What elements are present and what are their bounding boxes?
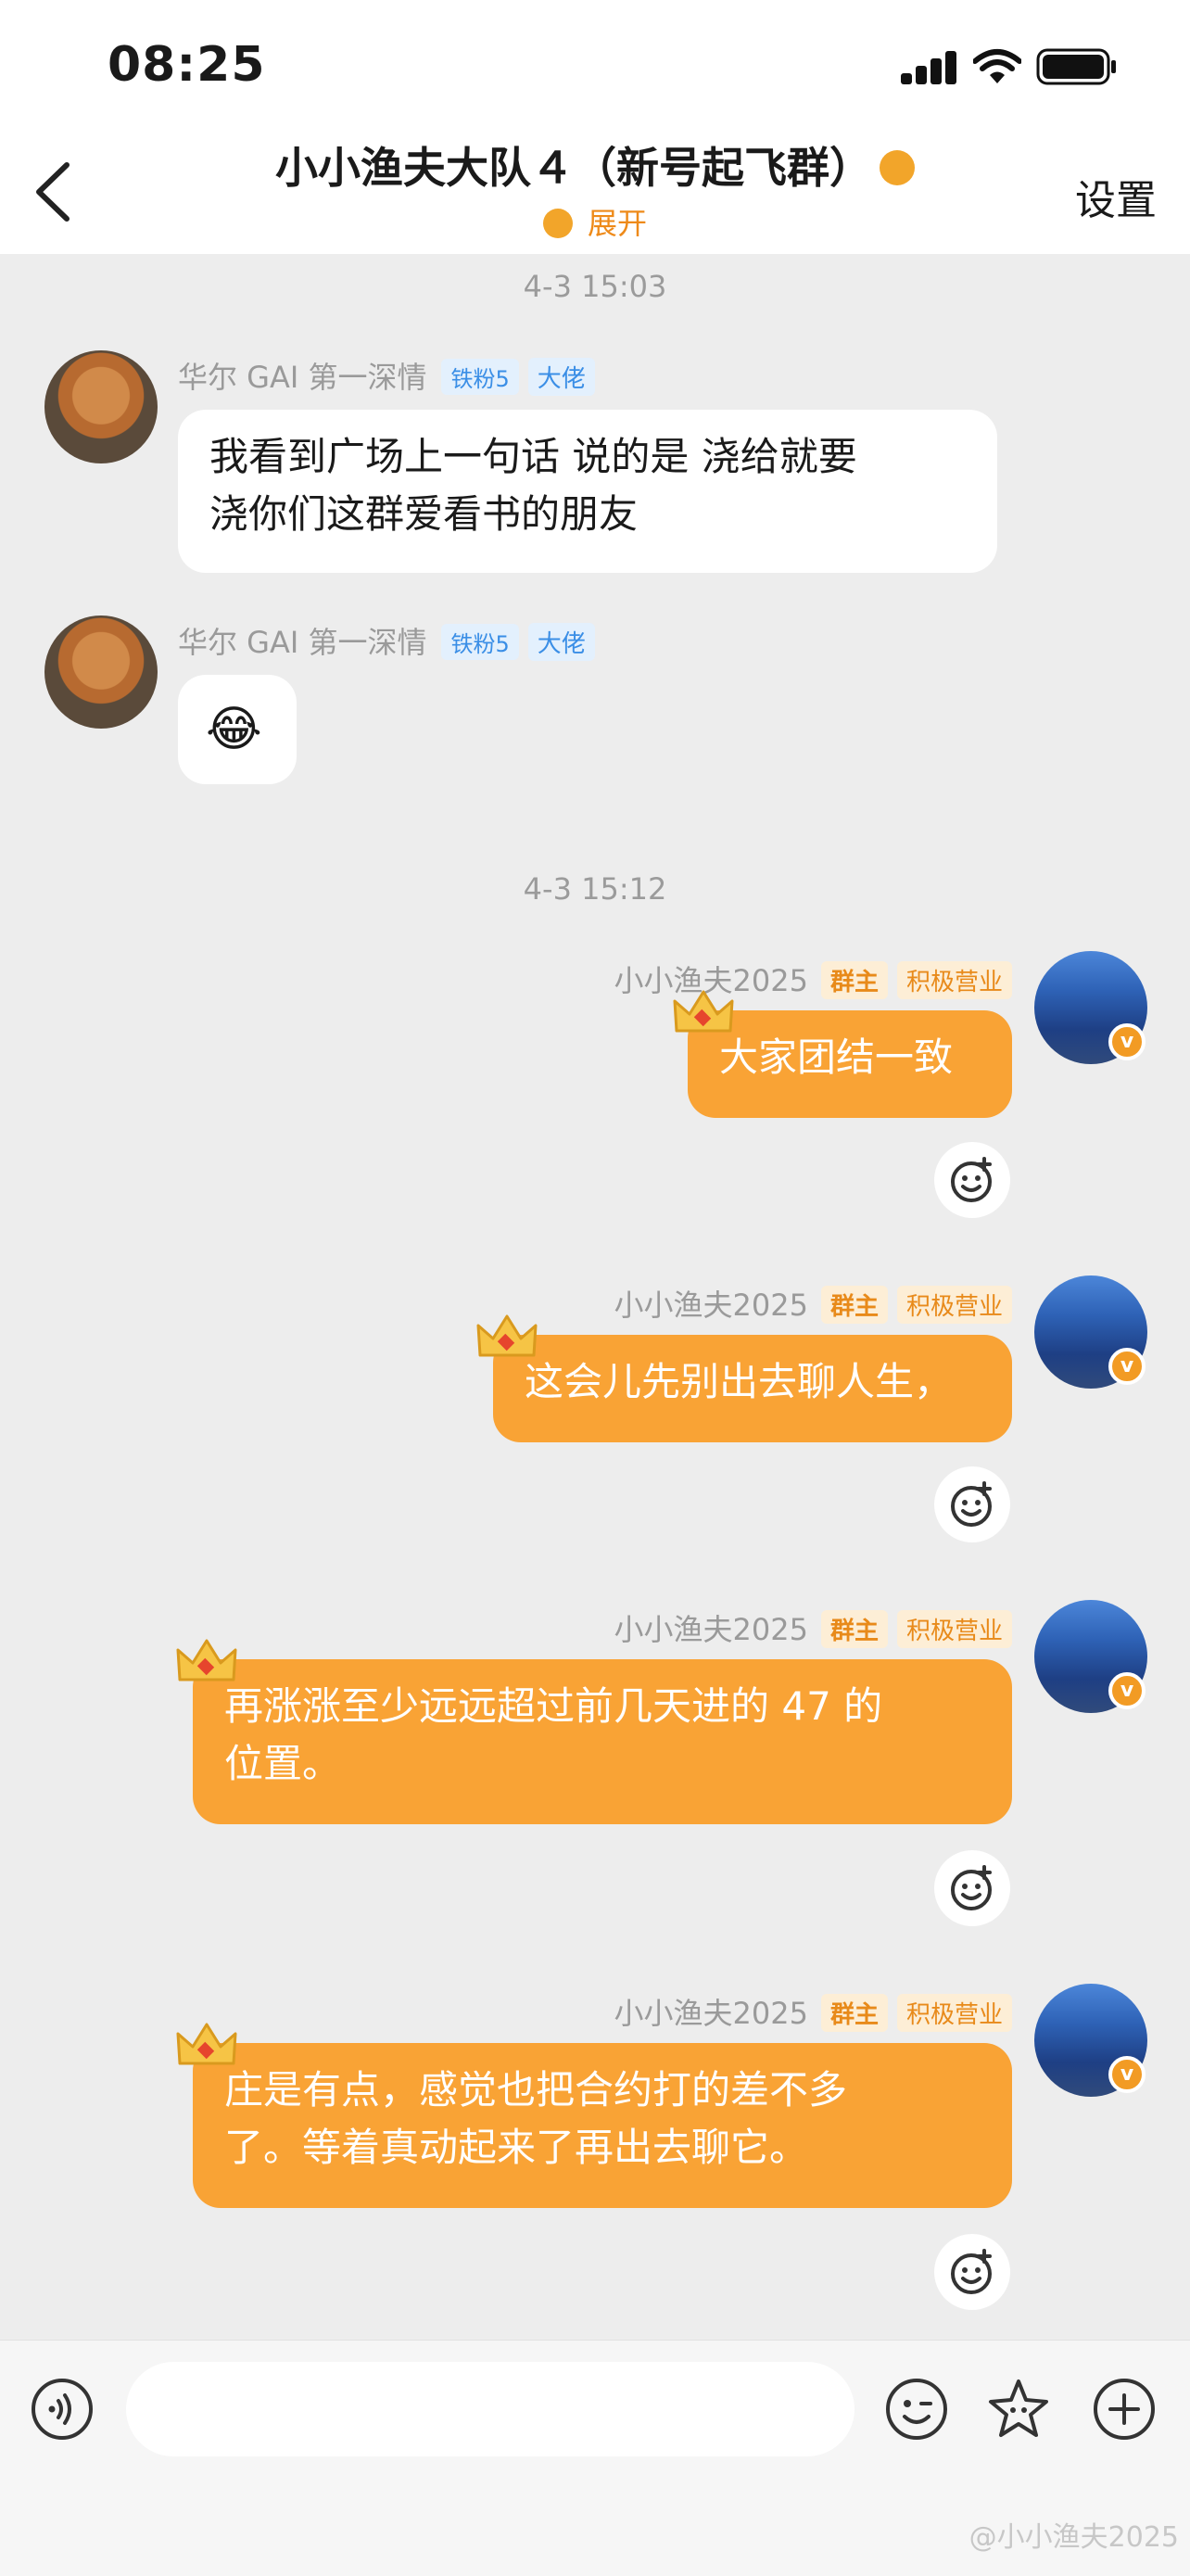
timestamp: 4-3 15:12 (523, 871, 667, 907)
add-reaction-button[interactable] (934, 1850, 1010, 1926)
add-reaction-button[interactable] (934, 2234, 1010, 2310)
add-reaction-icon (951, 1481, 992, 1527)
sender-name: 华尔 GAI 第一深情 (178, 360, 427, 395)
avatar[interactable] (44, 350, 158, 463)
sender-name: 小小渔夫2025 (614, 1288, 808, 1323)
watermark: @小小渔夫2025 (968, 2521, 1179, 2554)
signal-icon (901, 51, 958, 84)
message-bubble[interactable]: 我看到广场上一句话 说的是 浇给就要 浇你们这群爱看书的朋友 (178, 410, 997, 573)
sender-name: 华尔 GAI 第一深情 (178, 625, 427, 660)
message-text: 大家团结一致 (719, 1034, 954, 1080)
fan-level-badge: 铁粉5 (441, 358, 519, 395)
sender-name-line: 华尔 GAI 第一深情 铁粉5 大佬 (178, 354, 595, 399)
sender-name-line: 小小渔夫2025 群主 积极营业 (614, 1282, 1012, 1326)
role-badge: 大佬 (527, 622, 595, 661)
timestamp: 4-3 15:03 (523, 269, 667, 304)
crown-icon (673, 990, 734, 1033)
fan-level-badge: 铁粉5 (441, 623, 519, 660)
expand-label: 展开 (587, 206, 647, 241)
add-reaction-button[interactable] (934, 1466, 1010, 1542)
sender-name-line: 小小渔夫2025 群主 积极营业 (614, 1606, 1012, 1651)
add-reaction-button[interactable] (934, 1142, 1010, 1218)
message-text-line: 浇你们这群爱看书的朋友 (209, 491, 639, 537)
verified-icon: v (1108, 1672, 1146, 1709)
owner-badge: 群主 (820, 1609, 888, 1648)
message-bubble[interactable]: 庄是有点，感觉也把合约打的差不多 了。等着真动起来了再出去聊它。 (193, 2043, 1012, 2208)
message-bubble[interactable]: 😂 (178, 675, 297, 784)
message-bubble[interactable]: 大家团结一致 (688, 1010, 1012, 1118)
laughing-emoji: 😂 (206, 702, 262, 757)
owner-badge: 群主 (820, 960, 888, 999)
expand-button[interactable]: 展开 (0, 200, 1190, 243)
crown-icon (176, 2023, 237, 2065)
message-input[interactable] (126, 2362, 855, 2456)
star-sticker-icon[interactable] (986, 2377, 1051, 2442)
crown-icon (476, 1314, 538, 1357)
verified-icon: v (1108, 2056, 1146, 2093)
wifi-icon (973, 49, 1021, 83)
owner-badge: 群主 (820, 1285, 888, 1324)
group-title-text: 小小渔夫大队４（新号起飞群） (275, 143, 872, 193)
activity-badge: 积极营业 (896, 1993, 1012, 2032)
message-text-line: 了。等着真动起来了再出去聊它。 (224, 2125, 809, 2170)
message-bubble[interactable]: 再涨涨至少远远超过前几天进的 47 的 位置。 (193, 1659, 1012, 1824)
role-badge: 大佬 (527, 357, 595, 396)
sender-name-line: 华尔 GAI 第一深情 铁粉5 大佬 (178, 619, 595, 664)
avatar[interactable] (44, 615, 158, 729)
add-reaction-icon (951, 1157, 992, 1202)
verified-group-icon (880, 149, 915, 185)
voice-icon[interactable] (30, 2377, 95, 2442)
sender-name: 小小渔夫2025 (614, 1612, 808, 1647)
message-text: 这会儿先别出去聊人生， (525, 1359, 954, 1404)
crown-icon (176, 1639, 237, 1681)
verified-icon: v (1108, 1348, 1146, 1385)
emoji-icon[interactable] (884, 2377, 949, 2442)
chevron-down-icon (542, 209, 573, 238)
plus-icon[interactable] (1092, 2377, 1157, 2442)
message-text-line: 我看到广场上一句话 说的是 浇给就要 (209, 434, 857, 479)
message-text-line: 位置。 (224, 1741, 342, 1786)
activity-badge: 积极营业 (896, 1285, 1012, 1324)
message-bubble[interactable]: 这会儿先别出去聊人生， (493, 1335, 1012, 1442)
message-text-line: 再涨涨至少远远超过前几天进的 47 的 (224, 1683, 883, 1729)
status-time: 08:25 (108, 37, 266, 93)
battery-icon (1036, 48, 1116, 85)
verified-icon: v (1108, 1023, 1146, 1060)
add-reaction-icon (951, 1865, 992, 1910)
group-title[interactable]: 小小渔夫大队４（新号起飞群） (0, 134, 1190, 196)
sender-name-line: 小小渔夫2025 群主 积极营业 (614, 1990, 1012, 2035)
add-reaction-icon (951, 2249, 992, 2294)
activity-badge: 积极营业 (896, 960, 1012, 999)
message-text-line: 庄是有点，感觉也把合约打的差不多 (224, 2067, 848, 2113)
settings-button[interactable]: 设置 (1075, 167, 1157, 226)
sender-name: 小小渔夫2025 (614, 1996, 808, 2031)
owner-badge: 群主 (820, 1993, 888, 2032)
activity-badge: 积极营业 (896, 1609, 1012, 1648)
